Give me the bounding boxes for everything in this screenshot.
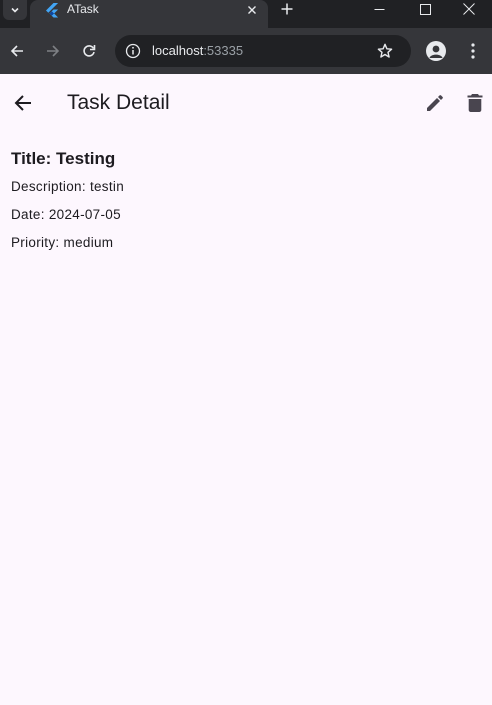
maximize-icon [419, 3, 431, 15]
task-description-label: Description: [11, 179, 86, 194]
delete-button[interactable] [463, 90, 487, 116]
browser-tab[interactable]: ATask [30, 0, 268, 28]
task-date: Date: 2024-07-05 [11, 206, 124, 224]
task-description-value: testin [89, 179, 125, 194]
url-host: localhost [152, 43, 204, 58]
address-bar[interactable]: localhost:53335 [115, 35, 411, 67]
app-screen: Task Detail Title: Testing Description: … [0, 74, 492, 705]
reload-button[interactable] [77, 39, 101, 63]
task-description: Description: testin [11, 178, 124, 196]
pencil-icon [427, 95, 443, 111]
url-text: localhost:53335 [152, 43, 243, 59]
browser-toolbar: localhost:53335 [0, 28, 492, 74]
arrow-forward-icon [47, 45, 60, 57]
task-title: Title: Testing [11, 148, 124, 170]
trash-icon [467, 94, 483, 112]
browser-back-button[interactable] [5, 39, 29, 63]
url-port: :53335 [203, 43, 244, 58]
browser-forward-button[interactable] [41, 39, 65, 63]
browser-menu-icon[interactable] [463, 41, 483, 61]
page-title: Task Detail [67, 91, 170, 114]
site-info-icon[interactable] [123, 41, 143, 61]
task-detail: Title: Testing Description: testin Date:… [11, 148, 124, 252]
maximize-button[interactable] [402, 0, 448, 18]
close-window-button[interactable] [446, 0, 492, 18]
arrow-back-icon [10, 45, 23, 57]
reload-icon [83, 45, 96, 57]
tab-search-button[interactable] [3, 0, 27, 20]
task-priority-label: Priority: [11, 235, 60, 250]
close-icon [463, 3, 475, 15]
browser-tabstrip: ATask [0, 0, 492, 28]
edit-button[interactable] [422, 90, 448, 116]
app-bar: Task Detail [0, 74, 492, 131]
flutter-logo-icon [44, 2, 60, 18]
task-priority: Priority: medium [11, 234, 124, 252]
plus-icon [281, 3, 293, 15]
new-tab-button[interactable] [277, 0, 297, 18]
profile-avatar-icon[interactable] [426, 41, 446, 61]
task-date-label: Date: [11, 207, 45, 222]
tab-close-icon[interactable] [244, 2, 260, 18]
chevron-down-icon [11, 7, 19, 13]
task-date-value: 2024-07-05 [48, 207, 121, 222]
tab-title: ATask [67, 2, 99, 16]
task-title-value: Testing [56, 149, 116, 168]
task-title-label: Title: [11, 149, 52, 168]
minimize-icon [374, 8, 384, 10]
arrow-back-icon [14, 95, 31, 111]
bookmark-star-icon[interactable] [375, 41, 395, 61]
task-priority-value: medium [63, 235, 114, 250]
minimize-button[interactable] [356, 0, 402, 18]
back-button[interactable] [10, 90, 36, 116]
